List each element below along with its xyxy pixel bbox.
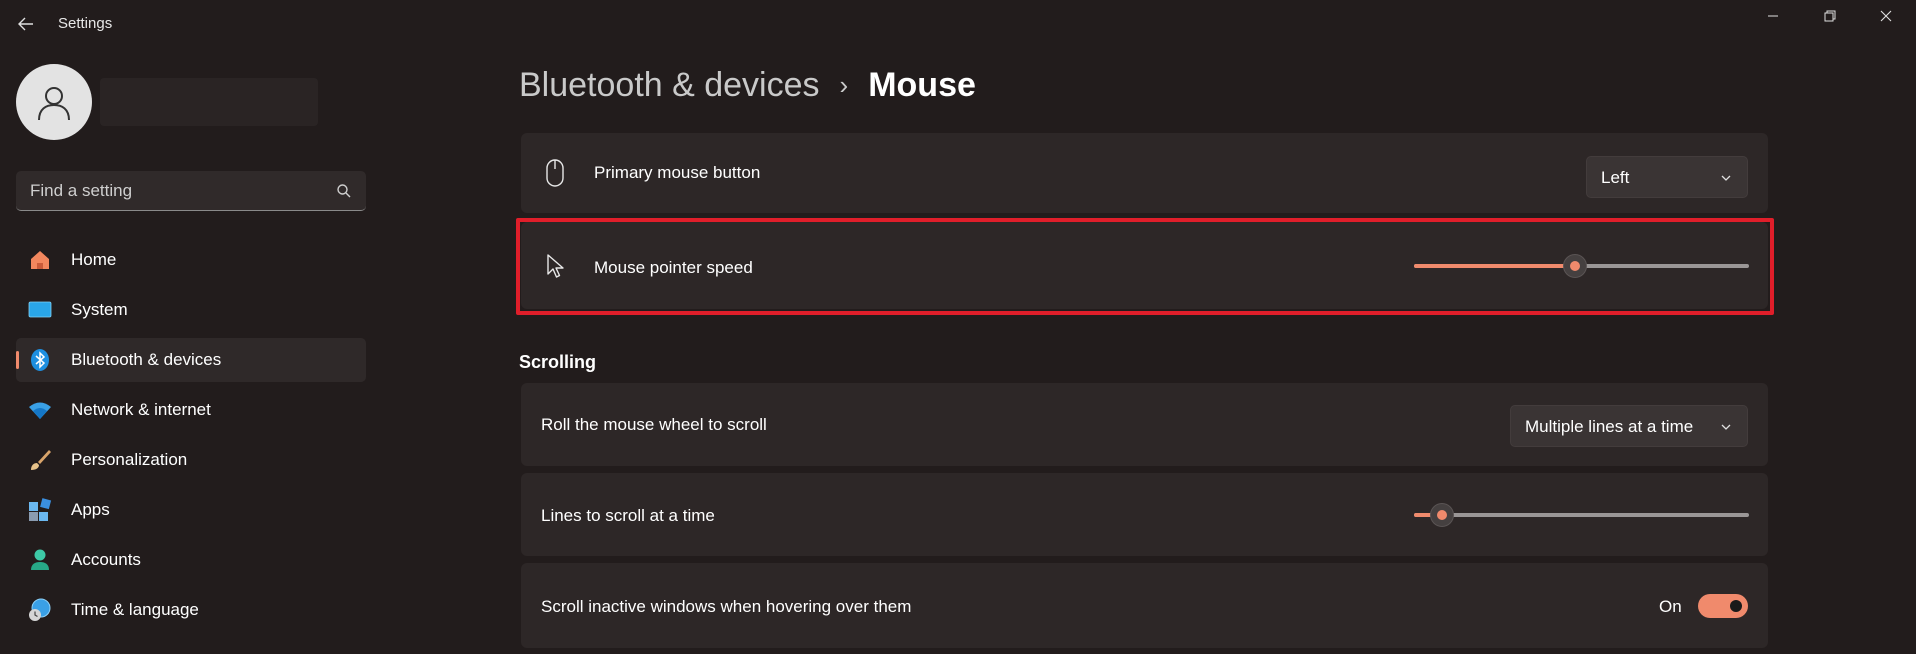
brush-icon — [28, 448, 52, 472]
slider-thumb[interactable] — [1563, 254, 1587, 278]
mouse-pointer-speed-label: Mouse pointer speed — [594, 258, 753, 277]
slider-thumb[interactable] — [1430, 503, 1454, 527]
wifi-icon — [28, 398, 52, 422]
lines-to-scroll-label: Lines to scroll at a time — [541, 506, 715, 525]
sidebar-item-label: Bluetooth & devices — [71, 350, 222, 369]
user-icon — [38, 87, 70, 121]
search-input[interactable] — [30, 181, 320, 201]
lines-to-scroll-slider[interactable] — [1414, 503, 1749, 527]
pointer-icon — [543, 252, 567, 280]
sidebar-item-network[interactable]: Network & internet — [16, 388, 366, 432]
search-icon[interactable] — [336, 183, 352, 199]
sidebar-item-apps[interactable]: Apps — [16, 488, 366, 532]
sidebar-item-label: Network & internet — [71, 400, 211, 419]
close-icon — [1880, 10, 1892, 22]
mouse-pointer-speed-card: Mouse pointer speed — [521, 222, 1768, 309]
inactive-scroll-label: Scroll inactive windows when hovering ov… — [541, 597, 912, 616]
sidebar-item-label: Time & language — [71, 600, 199, 619]
user-name — [100, 78, 318, 126]
apps-icon — [28, 498, 52, 522]
wheel-scroll-dropdown[interactable]: Multiple lines at a time — [1510, 405, 1748, 447]
minimize-button[interactable] — [1745, 0, 1801, 32]
restore-button[interactable] — [1802, 0, 1858, 32]
sidebar-item-system[interactable]: System — [16, 288, 366, 332]
toggle-state-label: On — [1659, 597, 1682, 616]
sidebar-item-label: Apps — [71, 500, 110, 519]
sidebar-item-bluetooth-devices[interactable]: Bluetooth & devices — [16, 338, 366, 382]
chevron-down-icon — [1721, 175, 1731, 181]
accounts-icon — [28, 548, 52, 572]
toggle-knob — [1730, 600, 1742, 612]
slider-fill — [1414, 264, 1575, 268]
system-icon — [28, 298, 52, 322]
slider-track — [1414, 513, 1749, 517]
primary-mouse-button-card: Primary mouse button Left — [521, 133, 1768, 213]
sidebar-item-personalization[interactable]: Personalization — [16, 438, 366, 482]
inactive-scroll-card: Scroll inactive windows when hovering ov… — [521, 563, 1768, 648]
sidebar-nav: Home System Bluetooth & devices Network … — [16, 238, 366, 638]
restore-icon — [1824, 10, 1836, 22]
back-arrow-icon — [18, 17, 33, 31]
globe-clock-icon — [28, 598, 52, 622]
sidebar-item-label: System — [71, 300, 128, 319]
bluetooth-icon — [28, 348, 52, 372]
close-button[interactable] — [1858, 0, 1914, 32]
home-icon — [28, 248, 52, 272]
lines-to-scroll-card: Lines to scroll at a time — [521, 473, 1768, 556]
primary-mouse-button-dropdown[interactable]: Left — [1586, 156, 1748, 198]
sidebar-item-accounts[interactable]: Accounts — [16, 538, 366, 582]
app-title: Settings — [58, 15, 113, 32]
avatar[interactable] — [16, 64, 92, 140]
pointer-speed-slider[interactable] — [1414, 254, 1749, 278]
dropdown-value: Left — [1601, 168, 1630, 187]
sidebar-item-time-language[interactable]: Time & language — [16, 588, 366, 632]
wheel-scroll-card: Roll the mouse wheel to scroll Multiple … — [521, 383, 1768, 466]
page-title: Mouse — [868, 66, 976, 104]
search-box[interactable] — [16, 171, 366, 211]
sidebar-item-home[interactable]: Home — [16, 238, 366, 282]
minimize-icon — [1768, 15, 1778, 17]
back-button[interactable] — [12, 10, 40, 38]
mouse-icon — [543, 159, 567, 187]
chevron-down-icon — [1721, 424, 1731, 430]
breadcrumb: Bluetooth & devices › Mouse — [519, 66, 976, 105]
dropdown-value: Multiple lines at a time — [1525, 417, 1694, 436]
breadcrumb-parent[interactable]: Bluetooth & devices — [519, 66, 820, 105]
scrolling-section-header: Scrolling — [519, 352, 597, 372]
title-bar: Settings — [0, 0, 1916, 48]
primary-mouse-button-label: Primary mouse button — [594, 163, 761, 182]
sidebar-item-label: Accounts — [71, 550, 141, 569]
breadcrumb-separator: › — [839, 70, 849, 100]
inactive-scroll-toggle[interactable] — [1698, 594, 1748, 618]
wheel-scroll-label: Roll the mouse wheel to scroll — [541, 415, 767, 434]
sidebar-item-label: Home — [71, 250, 117, 269]
sidebar-item-label: Personalization — [71, 450, 188, 469]
